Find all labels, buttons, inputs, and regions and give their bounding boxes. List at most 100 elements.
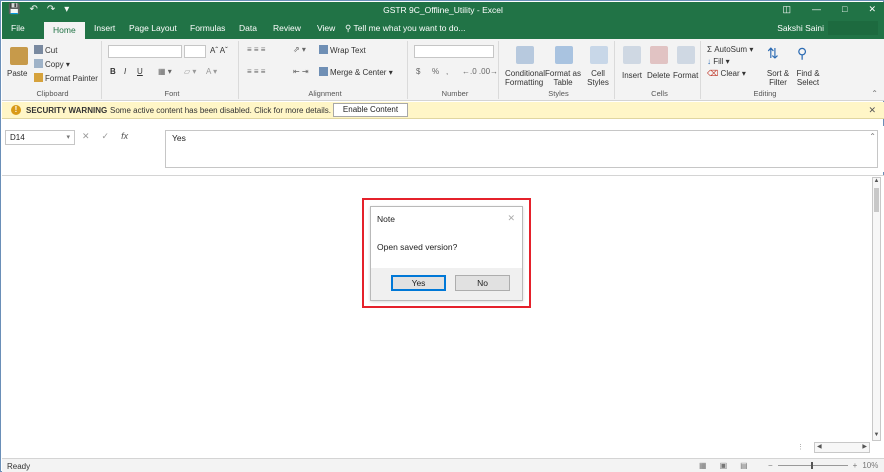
formula-bar-icons: ✕ ✓ fx [82,131,128,142]
page-break-view-icon[interactable]: ▤ [740,461,748,470]
fill-button[interactable]: ↓ Fill ▾ [707,57,730,66]
tab-page-layout[interactable]: Page Layout [129,23,177,33]
collapse-ribbon-icon[interactable]: ⌃ [871,89,878,98]
ribbon-display-icon[interactable]: ◫ [783,4,792,15]
underline-button[interactable]: U [137,67,143,76]
horizontal-scrollbar[interactable]: ◀ ▶ [814,442,870,453]
insert-button[interactable]: Insert [622,71,642,80]
tab-home[interactable]: Home [44,22,85,39]
tab-insert[interactable]: Insert [94,23,115,33]
find-select-button[interactable]: Find & Select [793,69,823,87]
tab-formulas[interactable]: Formulas [190,23,225,33]
ribbon-tabs: File Home Insert Page Layout Formulas Da… [2,19,884,39]
zoom-slider[interactable] [777,462,848,469]
tab-review[interactable]: Review [273,23,301,33]
scroll-right-icon[interactable]: ▶ [862,443,867,450]
cell-styles-icon[interactable] [590,46,608,64]
security-warning-message[interactable]: Some active content has been disabled. C… [110,106,331,115]
italic-button[interactable]: I [124,67,126,76]
autosum-button[interactable]: Σ AutoSum ▾ [707,45,753,54]
enable-content-button[interactable]: Enable Content [333,103,408,117]
zoom-in-icon[interactable]: + [853,461,858,470]
status-ready: Ready [7,462,31,471]
sheet-tab-splitter[interactable]: ⋮ [797,443,804,451]
zoom-out-icon[interactable]: − [768,461,773,470]
orientation-icon[interactable]: ⇗ ▾ [293,45,306,54]
formula-input[interactable]: Yes [165,130,878,168]
page-layout-view-icon[interactable]: ▣ [720,461,728,470]
format-as-table-button[interactable]: Format as Table [545,69,581,87]
close-icon[interactable]: ✕ [507,213,515,224]
clear-button[interactable]: ⌫ Clear ▾ [707,69,746,78]
view-buttons: ▦ ▣ ▤ [699,461,748,470]
paste-icon[interactable] [10,47,28,65]
close-icon[interactable]: ✕ [868,105,876,116]
tab-view[interactable]: View [317,23,335,33]
tell-me-box[interactable]: ⚲ Tell me what you want to do... [345,23,465,34]
format-button[interactable]: Format [673,71,698,80]
ribbon: Paste Cut Copy ▾ Format Painter Clipboar… [2,39,884,101]
font-color-icon[interactable]: A ▾ [206,67,217,76]
bold-button[interactable]: B [110,67,116,76]
sort-filter-icon[interactable]: ⇅ [767,45,785,63]
delete-cells-icon[interactable] [650,46,668,64]
maximize-icon[interactable]: □ [842,4,847,15]
scroll-left-icon[interactable]: ◀ [817,443,822,450]
insert-cells-icon[interactable] [623,46,641,64]
share-area[interactable] [828,21,878,35]
percent-button[interactable]: % [432,67,439,76]
scroll-up-icon[interactable]: ▲ [873,178,880,186]
normal-view-icon[interactable]: ▦ [699,461,707,470]
comma-button[interactable]: , [446,67,448,76]
format-painter-button[interactable]: Format Painter [34,73,98,83]
scroll-down-icon[interactable]: ▼ [873,432,880,440]
scroll-thumb[interactable] [874,188,879,212]
cut-button[interactable]: Cut [34,45,57,55]
minimize-icon[interactable]: — [812,4,821,15]
name-box[interactable]: D14 ▾ [5,130,75,145]
delete-button[interactable]: Delete [647,71,670,80]
title-bar: 💾 ↶ ↷ ▾ GSTR 9C_Offline_Utility - Excel … [2,2,884,19]
scissors-icon [34,45,43,54]
borders-icon[interactable]: ▦ ▾ [158,67,172,76]
font-size-combo[interactable] [184,45,206,58]
merge-icon [319,67,328,76]
cell-styles-button[interactable]: Cell Styles [583,69,613,87]
find-icon[interactable]: ⚲ [797,45,815,63]
close-icon[interactable]: ✕ [868,4,876,15]
security-warning-bar: ! SECURITY WARNING Some active content h… [2,102,884,119]
conditional-formatting-button[interactable]: Conditional Formatting [505,69,545,87]
font-name-combo[interactable] [108,45,182,58]
format-cells-icon[interactable] [677,46,695,64]
indent-icon[interactable]: ⇤ ⇥ [293,67,309,76]
user-name[interactable]: Sakshi Saini [777,23,824,33]
paste-button[interactable]: Paste [7,69,27,78]
font-grow-icon[interactable]: Aˆ Aˇ [210,46,228,55]
conditional-formatting-icon[interactable] [516,46,534,64]
currency-button[interactable]: $ [416,67,420,76]
zoom-level[interactable]: 10% [862,461,878,470]
alignment-group-label: Alignment [308,89,342,98]
align-left-icon[interactable]: ≡ ≡ ≡ [247,67,265,76]
fx-icon[interactable]: fx [121,131,128,142]
no-button[interactable]: No [455,275,510,291]
enter-icon[interactable]: ✓ [102,131,110,142]
zoom-control: − + 10% [768,461,878,470]
cancel-icon[interactable]: ✕ [82,131,90,142]
tab-data[interactable]: Data [239,23,257,33]
decimal-icon[interactable]: ←.0 .00→ [462,67,498,76]
styles-group: Conditional Formatting Format as Table C… [503,41,615,99]
chevron-up-icon[interactable]: ⌃ [869,132,876,141]
fill-color-icon[interactable]: ▱ ▾ [184,67,196,76]
copy-button[interactable]: Copy ▾ [34,59,70,69]
security-warning-title: SECURITY WARNING [26,106,108,115]
tab-file[interactable]: File [11,23,25,33]
wrap-text-button[interactable]: Wrap Text [319,45,366,55]
merge-center-button[interactable]: Merge & Center ▾ [319,67,393,77]
vertical-scrollbar[interactable]: ▲ ▼ [872,177,881,441]
sort-filter-button[interactable]: Sort & Filter [763,69,793,87]
align-top-icon[interactable]: ≡ ≡ ≡ [247,45,265,54]
number-format-combo[interactable] [414,45,494,58]
format-table-icon[interactable] [555,46,573,64]
yes-button[interactable]: Yes [391,275,446,291]
